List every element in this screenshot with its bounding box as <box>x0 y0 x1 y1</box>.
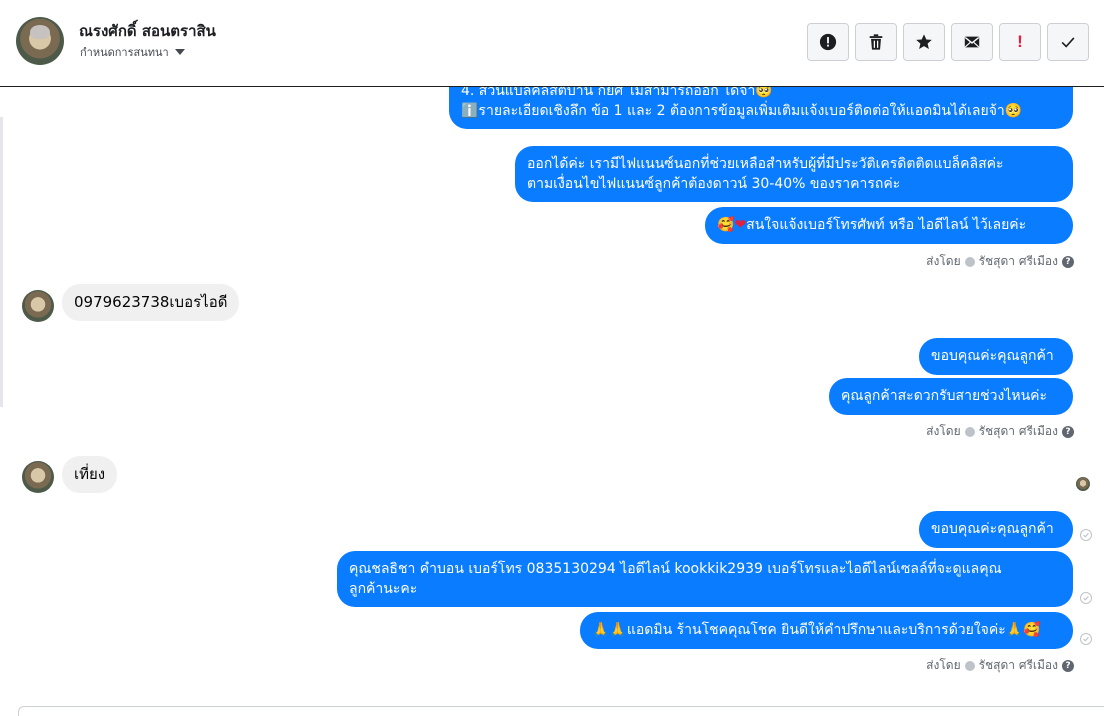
agent-name: รัชสุดา ศรีเมือง <box>978 658 1058 672</box>
sent-by-label: ส่งโดย <box>926 254 961 268</box>
message-text: ออกได้ค่ะ เรามีไฟแนนซ์นอกที่ช่วยเหลือสำห… <box>527 156 1004 172</box>
sender-avatar[interactable] <box>22 290 54 322</box>
conversation-toolbar: ! <box>807 23 1089 61</box>
exclamation-icon: ! <box>1017 32 1023 51</box>
heart-emoji: ❤ <box>734 217 747 233</box>
sent-by-info: ส่งโดย รัชสุดา ศรีเมือง ? <box>926 656 1074 675</box>
sent-status-icon <box>1080 529 1092 541</box>
message-text: เที่ยง <box>74 465 106 483</box>
message-text: ลูกค้านะคะ <box>349 581 418 597</box>
conversation-schedule-dropdown[interactable]: กำหนดการสนทนา <box>80 43 185 61</box>
conversation-header: ณรงศักดิ์ สอนตราสิน กำหนดการสนทนา ! <box>0 0 1104 87</box>
sent-status-icon <box>1080 633 1092 645</box>
incoming-message[interactable]: เที่ยง <box>62 456 118 493</box>
contact-name[interactable]: ณรงศักดิ์ สอนตราสิน <box>79 19 216 43</box>
emoji: 🙏🥰 <box>1005 622 1041 638</box>
sent-status-icon <box>1080 592 1092 604</box>
message-text: สนใจแจ้งเบอร์โทรศัพท์ หรือ ไอดีไลน์ ไว้เ… <box>746 217 1027 233</box>
mark-unread-button[interactable] <box>951 23 993 61</box>
sent-by-info: ส่งโดย รัชสุดา ศรีเมือง ? <box>926 252 1074 271</box>
message-text: คุณชลธิชา คำบอน เบอร์โทร 0835130294 ไอดี… <box>349 561 1002 577</box>
message-text: ℹ️รายละเอียดเชิงลึก ข้อ 1 และ 2 ต้องการข… <box>461 103 1023 119</box>
outgoing-message[interactable]: ขอบคุณค่ะคุณลูกค้า <box>919 338 1073 375</box>
agent-icon <box>964 256 975 267</box>
mark-spam-button[interactable] <box>807 23 849 61</box>
agent-name: รัชสุดา ศรีเมือง <box>978 424 1058 438</box>
outgoing-message[interactable]: ขอบคุณค่ะคุณลูกค้า <box>919 511 1073 548</box>
sender-avatar[interactable] <box>22 461 54 493</box>
trash-icon <box>869 34 883 50</box>
message-text: แอดมิน ร้านโชคคุณโชค ยินดีให้คำปรึกษาและ… <box>626 622 1006 638</box>
message-text: 0979623738เบอรไอดี <box>74 293 228 311</box>
message-composer[interactable] <box>18 706 1104 716</box>
message-text: 4. ส่วนแบล็คลิสต์บาน กยศ ไม่สามารถออก ได… <box>461 87 773 99</box>
message-thread[interactable]: 4. ส่วนแบล็คลิสต์บาน กยศ ไม่สามารถออก ได… <box>0 87 1104 711</box>
outgoing-message[interactable]: คุณลูกค้าสะดวกรับสายช่วงไหนค่ะ <box>829 378 1073 415</box>
conversation-schedule-label: กำหนดการสนทนา <box>80 46 169 59</box>
agent-icon <box>964 426 975 437</box>
outgoing-message[interactable]: ออกได้ค่ะ เรามีไฟแนนซ์นอกที่ช่วยเหลือสำห… <box>515 146 1073 202</box>
help-icon[interactable]: ? <box>1062 425 1074 438</box>
delete-button[interactable] <box>855 23 897 61</box>
caret-down-icon <box>174 49 185 55</box>
outgoing-message[interactable]: 🙏🙏แอดมิน ร้านโชคคุณโชค ยินดีให้คำปรึกษาแ… <box>580 612 1073 649</box>
mark-important-button[interactable]: ! <box>999 23 1041 61</box>
star-button[interactable] <box>903 23 945 61</box>
outgoing-message[interactable]: 🥰❤สนใจแจ้งเบอร์โทรศัพท์ หรือ ไอดีไลน์ ไว… <box>705 207 1073 244</box>
emoji: 🥰 <box>717 217 735 233</box>
help-icon[interactable]: ? <box>1062 255 1074 268</box>
agent-name: รัชสุดา ศรีเมือง <box>978 254 1058 268</box>
contact-avatar[interactable] <box>16 17 64 65</box>
outgoing-message[interactable]: คุณชลธิชา คำบอน เบอร์โทร 0835130294 ไอดี… <box>337 551 1073 607</box>
star-icon <box>916 34 932 50</box>
message-text: ตามเงื่อนไขไฟแนนซ์ลูกค้าต้องดาวน์ 30-40%… <box>527 176 901 192</box>
sent-by-label: ส่งโดย <box>926 658 961 672</box>
seen-avatar <box>1076 477 1090 491</box>
agent-icon <box>964 660 975 671</box>
alert-circle-icon <box>819 33 837 51</box>
sent-by-info: ส่งโดย รัชสุดา ศรีเมือง ? <box>926 422 1074 441</box>
help-icon[interactable]: ? <box>1062 659 1074 672</box>
emoji: 🙏🙏 <box>592 622 627 638</box>
outgoing-message[interactable]: 4. ส่วนแบล็คลิสต์บาน กยศ ไม่สามารถออก ได… <box>449 87 1073 129</box>
envelope-icon <box>964 36 980 48</box>
checkmark-icon <box>1061 37 1075 48</box>
sent-by-label: ส่งโดย <box>926 424 961 438</box>
message-text: ขอบคุณค่ะคุณลูกค้า <box>931 348 1054 364</box>
mark-done-button[interactable] <box>1047 23 1089 61</box>
message-text: คุณลูกค้าสะดวกรับสายช่วงไหนค่ะ <box>841 388 1048 404</box>
message-text: ขอบคุณค่ะคุณลูกค้า <box>931 521 1054 537</box>
scroll-track <box>0 117 3 407</box>
incoming-message[interactable]: 0979623738เบอรไอดี <box>62 284 240 321</box>
